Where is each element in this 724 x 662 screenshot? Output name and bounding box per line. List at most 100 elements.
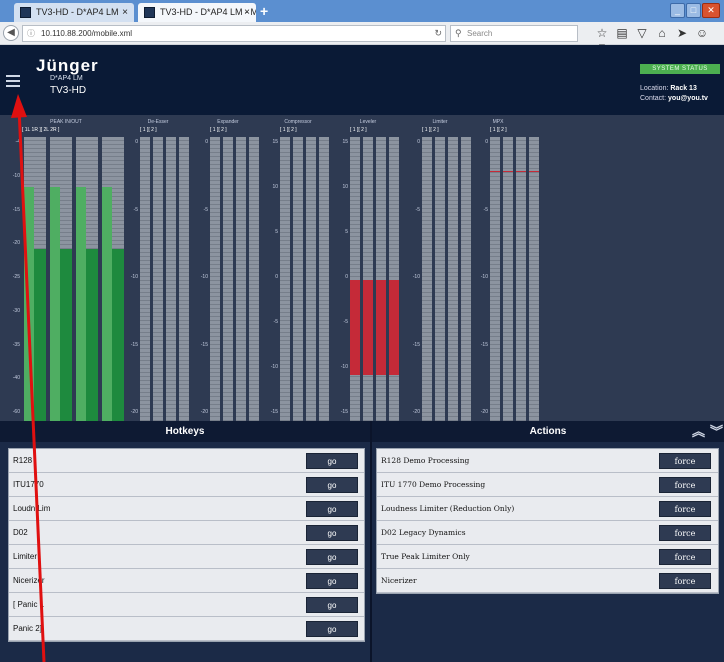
actions-header: Actions ︽ ︾: [372, 421, 724, 442]
smiley-icon[interactable]: ☺: [692, 26, 712, 40]
meter-scale-label: 15: [272, 139, 278, 145]
contact-value: you@you.tv: [668, 95, 708, 102]
meter-scale-label: -15: [12, 206, 20, 213]
meter-channel-header: [ 1 ][ 2 ]: [422, 127, 439, 133]
meter-bar: [249, 137, 259, 421]
meter-scale-label: -10: [412, 274, 420, 280]
list-item: Loudn Lim go: [9, 497, 364, 521]
system-status-badge[interactable]: SYSTEM STATUS: [640, 64, 720, 74]
meter-bar: [516, 137, 526, 421]
list-item: R128 Demo Processing force: [377, 449, 718, 473]
location-label: Location:: [640, 85, 669, 92]
meter-scale-label: 5: [345, 229, 348, 235]
list-item: D02 go: [9, 521, 364, 545]
send-icon[interactable]: ➤: [672, 26, 692, 40]
force-button[interactable]: force: [659, 573, 711, 589]
list-item-label: Loudness Limiter (Reduction Only): [381, 504, 515, 513]
actions-title: Actions: [529, 426, 567, 437]
tab-inactive[interactable]: TV3-HD - D*AP4 LM ×: [14, 3, 134, 22]
meter-scale-label: 0: [485, 139, 488, 145]
force-button[interactable]: force: [659, 525, 711, 541]
panel-divider: [370, 421, 372, 662]
force-button[interactable]: force: [659, 477, 711, 493]
meter-bar: [435, 137, 445, 421]
go-button[interactable]: go: [306, 453, 358, 469]
meter-bar: [529, 137, 539, 421]
device-model: D*AP4 LM: [50, 75, 83, 82]
hotkeys-title: Hotkeys: [165, 426, 205, 437]
hamburger-menu-icon[interactable]: [6, 75, 20, 89]
browser-window: TV3-HD - D*AP4 LM × TV3-HD - D*AP4 LM - …: [0, 0, 724, 662]
list-item: Loudness Limiter (Reduction Only) force: [377, 497, 718, 521]
go-button[interactable]: go: [306, 525, 358, 541]
meter-scale-label: -20: [130, 409, 138, 415]
meter-scale-label: -20: [200, 409, 208, 415]
meter-scale-label: -15: [200, 341, 208, 348]
meter-channel-header: [ 1 ][ 2 ]: [350, 127, 367, 133]
meter-bar: [50, 137, 72, 421]
meter-scale-label: 0: [135, 139, 138, 145]
force-button[interactable]: force: [659, 501, 711, 517]
list-item: Nicerizer go: [9, 569, 364, 593]
meter-scale-label: -10: [270, 364, 278, 370]
list-item: Panic 2] go: [9, 617, 364, 641]
meter-level-fill: [24, 187, 34, 421]
go-button[interactable]: go: [306, 573, 358, 589]
go-button[interactable]: go: [306, 549, 358, 565]
go-button[interactable]: go: [306, 597, 358, 613]
contact-info: Contact: you@you.tv: [640, 95, 708, 102]
meter-scale-label: -15: [412, 341, 420, 348]
tab-label: TV3-HD - D*AP4 LM: [36, 7, 119, 17]
star-icon[interactable]: ☆: [592, 26, 612, 40]
go-button[interactable]: go: [306, 477, 358, 493]
tab-label: TV3-HD - D*AP4 LM - Mobile UI: [160, 7, 256, 17]
tab-active[interactable]: TV3-HD - D*AP4 LM - Mobile UI ×: [138, 3, 256, 22]
meter-bar: [102, 137, 124, 421]
pocket-icon[interactable]: ▽: [632, 26, 652, 40]
back-icon[interactable]: ◀: [3, 25, 19, 41]
close-icon[interactable]: ×: [122, 3, 128, 22]
chevron-up-icon[interactable]: ︽: [692, 421, 705, 442]
meter-bar: [319, 137, 329, 421]
meter-bar: [448, 137, 458, 421]
search-input[interactable]: ⚲ Search: [450, 25, 578, 42]
meter-scale-label: -35: [12, 341, 20, 348]
meter-peak-line: [490, 171, 500, 172]
meter-scale-label: -5: [203, 206, 208, 213]
list-item-label: D02: [13, 528, 28, 537]
force-button[interactable]: force: [659, 549, 711, 565]
minimize-icon[interactable]: _: [670, 3, 685, 18]
reload-icon[interactable]: ↻: [434, 26, 442, 41]
meter-reduction-fill: [363, 280, 373, 375]
new-tab-button[interactable]: +: [260, 2, 274, 20]
meter-scale-label: 0: [417, 139, 420, 145]
info-icon[interactable]: ⓘ: [27, 26, 35, 41]
list-item-label: Panic 2]: [13, 624, 42, 633]
meter-peak-line: [503, 171, 513, 172]
meter-scale-label: 10: [272, 184, 278, 190]
chevron-down-icon[interactable]: ︾: [710, 421, 723, 442]
meter-scale-label: -10: [340, 364, 348, 370]
go-button[interactable]: go: [306, 501, 358, 517]
meter-level-fill: [59, 249, 72, 421]
list-item-label: ITU1770: [13, 480, 44, 489]
meter-level-fill: [111, 249, 124, 421]
close-icon[interactable]: ×: [244, 3, 250, 22]
window-controls: _ □ ✕: [669, 3, 720, 19]
meter-scale-label: -20: [412, 409, 420, 415]
app-header: Jünger D*AP4 LM TV3-HD SYSTEM STATUS Loc…: [0, 45, 724, 115]
meter-bar: [166, 137, 176, 421]
clipboard-icon[interactable]: ▤: [612, 26, 632, 40]
location-value: Rack 13: [670, 85, 697, 92]
meter-bar: [140, 137, 150, 421]
maximize-icon[interactable]: □: [686, 3, 701, 18]
meter-group-title: Expander: [217, 119, 239, 125]
go-button[interactable]: go: [306, 621, 358, 637]
force-button[interactable]: force: [659, 453, 711, 469]
home-icon[interactable]: ⌂: [652, 26, 672, 40]
list-item-label: True Peak Limiter Only: [381, 552, 470, 561]
search-placeholder: Search: [467, 29, 493, 38]
address-bar[interactable]: ⓘ 10.110.88.200/mobile.xml ↻: [22, 25, 446, 42]
meter-scale-label: -60: [12, 409, 20, 415]
close-window-icon[interactable]: ✕: [702, 3, 720, 18]
